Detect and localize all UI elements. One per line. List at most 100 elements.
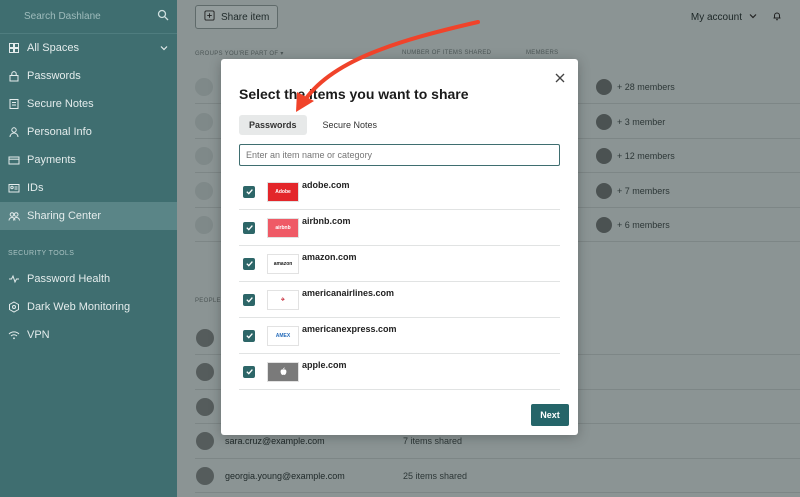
members-cell: + 28 members (595, 78, 675, 96)
avatar (195, 396, 215, 417)
check-icon (245, 333, 253, 339)
person-email: georgia.young@example.com (225, 470, 345, 481)
close-icon[interactable] (554, 71, 566, 83)
item-name: americanexpress.com (302, 324, 397, 334)
sidebar-item-label: Sharing Center (27, 210, 101, 222)
logo-text: Adobe (275, 188, 291, 195)
avatar (195, 431, 215, 451)
sidebar-item-password-health[interactable]: Password Health (0, 265, 177, 293)
sidebar-item-label: Passwords (27, 70, 81, 82)
members-cell: + 6 members (595, 216, 670, 234)
members-count: + 3 member (617, 116, 666, 127)
my-account-label: My account (690, 11, 742, 23)
item-checkbox[interactable] (243, 185, 255, 198)
person-email: sara.cruz@example.com (225, 436, 325, 446)
apple-icon (280, 367, 286, 375)
adobe-com-logo: Adobe (267, 181, 299, 202)
members-count: + 12 members (617, 151, 675, 161)
amazon-com-logo: amazon (267, 253, 299, 274)
item-list: Adobe adobe.com airbnb airbnb.com amazon amaz… (239, 174, 560, 390)
item-search-input[interactable] (239, 144, 560, 166)
tab-passwords[interactable]: Passwords (239, 115, 307, 135)
sidebar-item-passwords[interactable]: Passwords (0, 62, 177, 90)
members-count: + 28 members (617, 82, 675, 92)
person-icon (8, 126, 20, 138)
list-item[interactable]: Adobe adobe.com (239, 174, 560, 210)
americanairlines-com-logo: ✈ (267, 289, 299, 310)
chevron-down-icon[interactable] (159, 43, 169, 53)
sidebar-item-dark-web-monitoring[interactable]: Dark Web Monitoring (0, 293, 177, 321)
topbar: Share item My account (177, 0, 800, 34)
list-item[interactable]: amazon amazon.com (239, 246, 560, 282)
security-nav: Password Health Dark Web Monitoring VPN (0, 265, 177, 349)
sidebar-item-label: Personal Info (27, 126, 92, 138)
sidebar-item-label: Password Health (27, 273, 111, 285)
item-checkbox[interactable] (243, 221, 255, 234)
sidebar-item-all-spaces[interactable]: All Spaces (0, 34, 177, 62)
group-icon (195, 112, 213, 131)
item-checkbox[interactable] (243, 329, 255, 342)
col-groups[interactable]: GROUPS YOU'RE PART OF ▾ (195, 50, 284, 57)
sidebar-item-label: Dark Web Monitoring (27, 301, 131, 313)
list-item[interactable]: apple.com (239, 354, 560, 390)
logo-text: ✈ (280, 296, 286, 303)
chevron-down-icon (748, 11, 758, 24)
people-heading: PEOPLE (195, 298, 221, 304)
sidebar-item-label: VPN (27, 329, 50, 341)
avatar (595, 147, 613, 165)
americanexpress-com-logo: AMEX (267, 325, 299, 346)
logo-text: AMEX (275, 332, 291, 339)
security-tools-label: SECURITY TOOLS (8, 250, 75, 257)
sidebar-item-vpn[interactable]: VPN (0, 321, 177, 349)
sidebar-item-personal-info[interactable]: Personal Info (0, 118, 177, 146)
share-item-label: Share item (221, 11, 270, 23)
avatar (195, 327, 215, 348)
item-name: amazon.com (302, 252, 357, 262)
members-cell: + 3 member (595, 112, 666, 131)
item-name: americanairlines.com (302, 288, 395, 298)
next-button[interactable]: Next (531, 404, 569, 426)
list-item[interactable]: AMEX americanexpress.com (239, 318, 560, 354)
sidebar-item-label: Payments (27, 154, 76, 166)
pulse-icon (8, 273, 20, 285)
check-icon (245, 261, 253, 267)
members-count: + 6 members (617, 220, 670, 230)
list-item[interactable]: airbnb airbnb.com (239, 210, 560, 246)
my-account-menu[interactable]: My account (691, 11, 758, 24)
modal-title: Select the items you want to share (239, 86, 469, 102)
item-checkbox[interactable] (243, 257, 255, 270)
item-checkbox[interactable] (243, 293, 255, 306)
sidebar-item-secure-notes[interactable]: Secure Notes (0, 90, 177, 118)
item-name: adobe.com (302, 180, 350, 190)
sidebar-item-ids[interactable]: IDs (0, 174, 177, 202)
bell-icon[interactable] (772, 11, 782, 24)
check-icon (245, 297, 253, 303)
share-item-button[interactable]: Share item (195, 5, 279, 29)
sidebar-item-label: All Spaces (27, 42, 79, 54)
people-icon (8, 210, 20, 222)
check-icon (245, 225, 253, 231)
id-icon (8, 182, 20, 194)
group-icon (195, 147, 213, 165)
sidebar-item-payments[interactable]: Payments (0, 146, 177, 174)
members-cell: + 7 members (595, 181, 670, 200)
wifi-icon (8, 329, 20, 341)
table-row[interactable]: georgia.young@example.com 25 items shared (195, 459, 800, 493)
share-items-modal: Select the items you want to share Passw… (221, 59, 578, 435)
apple-com-logo (267, 361, 299, 382)
sidebar-item-label: IDs (27, 182, 44, 194)
sidebar-item-sharing-center[interactable]: Sharing Center (0, 202, 177, 230)
list-item[interactable]: ✈ americanairlines.com (239, 282, 560, 318)
sidebar-item-label: Secure Notes (27, 98, 94, 110)
card-icon (8, 154, 20, 166)
account-area: My account (691, 11, 782, 24)
sidebar: Search Dashlane All Spaces Passwords Secur… (0, 0, 177, 497)
tab-secure-notes[interactable]: Secure Notes (313, 115, 388, 135)
item-type-tabs: Passwords Secure Notes (239, 115, 387, 135)
avatar (595, 216, 613, 234)
item-checkbox[interactable] (243, 365, 255, 378)
check-icon (245, 189, 253, 195)
items-shared-count: 7 items shared (403, 436, 463, 446)
share-icon (204, 10, 215, 24)
sidebar-search[interactable]: Search Dashlane (0, 0, 177, 34)
